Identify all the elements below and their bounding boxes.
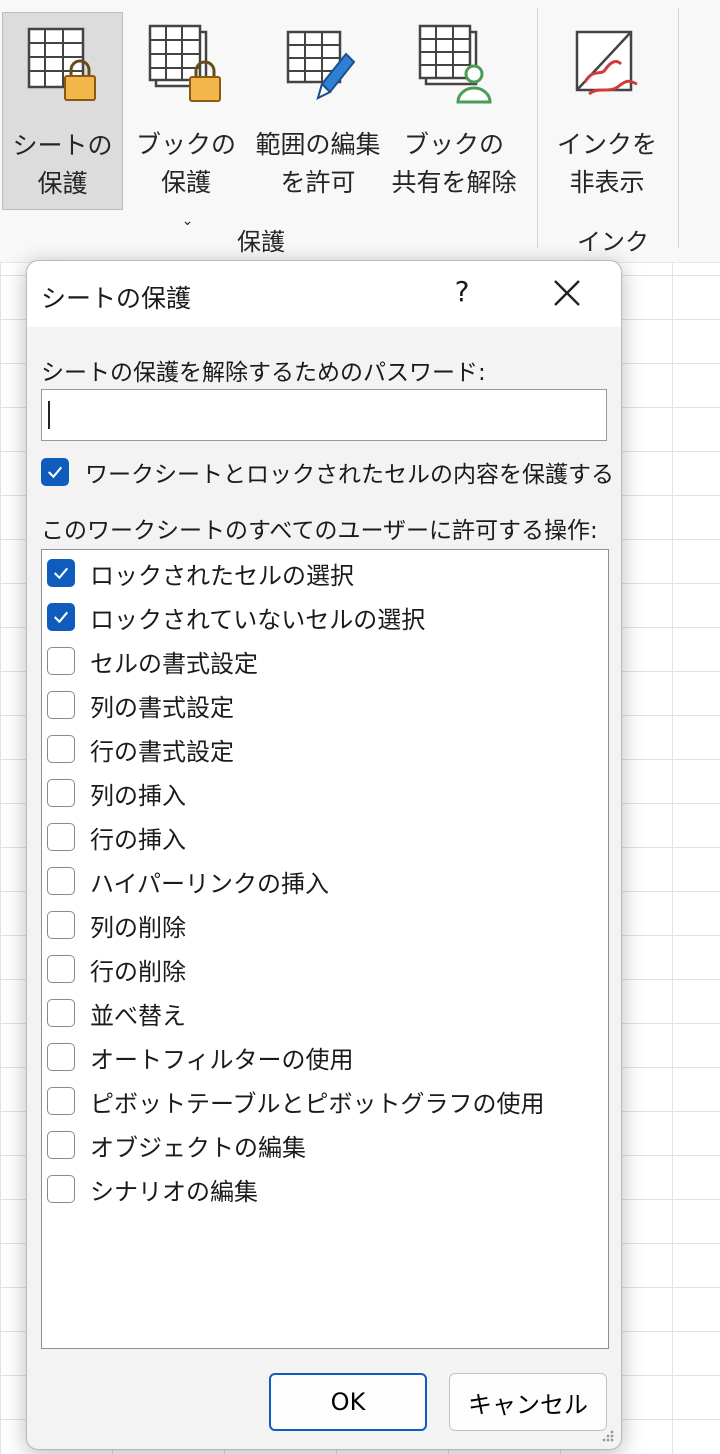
allow-edit-ranges-button[interactable]: 範囲の編集 を許可: [250, 12, 386, 210]
list-item[interactable]: ロックされていないセルの選択: [47, 599, 425, 635]
group-label-protect: 保護: [237, 228, 285, 256]
list-item[interactable]: 列の挿入: [47, 775, 186, 811]
close-button[interactable]: [549, 275, 585, 311]
password-label: シートの保護を解除するためのパスワード:: [41, 360, 486, 386]
option-label: 行の挿入: [90, 825, 186, 854]
option-checkbox[interactable]: [47, 823, 75, 851]
protect-workbook-label-1: ブックの: [135, 130, 236, 159]
list-item[interactable]: オブジェクトの編集: [47, 1127, 306, 1163]
protect-workbook-label-2: 保護: [160, 168, 211, 197]
option-checkbox[interactable]: [47, 779, 75, 807]
password-input[interactable]: [41, 389, 607, 441]
list-item[interactable]: ピボットテーブルとピボットグラフの使用: [47, 1083, 545, 1119]
list-item[interactable]: シナリオの編集: [47, 1171, 258, 1207]
protect-sheet-label-2: 保護: [37, 169, 88, 198]
protect-workbook-button[interactable]: ブックの 保護 ⌄: [130, 12, 242, 229]
text-cursor: [48, 401, 50, 429]
unshare-workbook-icon: [414, 24, 494, 106]
list-item[interactable]: 列の削除: [47, 907, 186, 943]
option-checkbox[interactable]: [47, 1043, 75, 1071]
option-label: ハイパーリンクの挿入: [90, 869, 330, 898]
option-label: ロックされたセルの選択: [90, 561, 354, 590]
ribbon-separator: [537, 8, 538, 248]
dialog-titlebar: シートの保護 ?: [27, 261, 621, 327]
ribbon-review-tab: シートの 保護 ブックの 保護 ⌄ 範囲の編集 を許可 ブックの 共有を解除 イ…: [0, 0, 720, 263]
protect-workbook-icon: [146, 24, 226, 106]
list-item[interactable]: ハイパーリンクの挿入: [47, 863, 329, 899]
option-checkbox[interactable]: [47, 559, 75, 587]
hide-ink-label-2: 非表示: [569, 168, 645, 197]
allowed-actions-list[interactable]: ロックされたセルの選択 ロックされていないセルの選択 セルの書式設定 列の書式設…: [41, 549, 609, 1349]
allow-actions-label: このワークシートのすべてのユーザーに許可する操作:: [41, 518, 598, 544]
allow-edit-ranges-label-1: 範囲の編集: [255, 130, 381, 159]
protect-sheet-dialog: シートの保護 ? シートの保護を解除するためのパスワード: ワークシートとロック…: [26, 260, 622, 1450]
protect-contents-checkbox[interactable]: [41, 458, 69, 486]
protect-contents-label: ワークシートとロックされたセルの内容を保護する: [85, 462, 614, 488]
list-item[interactable]: オートフィルターの使用: [47, 1039, 354, 1075]
option-label: オートフィルターの使用: [90, 1045, 354, 1074]
option-checkbox[interactable]: [47, 1131, 75, 1159]
option-checkbox[interactable]: [47, 911, 75, 939]
list-item[interactable]: 行の書式設定: [47, 731, 234, 767]
allow-edit-ranges-label-2: を許可: [280, 168, 356, 197]
ok-button[interactable]: OK: [269, 1373, 427, 1431]
checkmark-icon: [53, 567, 69, 580]
help-button[interactable]: ?: [447, 275, 477, 308]
option-checkbox[interactable]: [47, 999, 75, 1027]
option-checkbox[interactable]: [47, 647, 75, 675]
option-checkbox[interactable]: [47, 603, 75, 631]
option-checkbox[interactable]: [47, 1087, 75, 1115]
unshare-workbook-label-2: 共有を解除: [391, 168, 517, 197]
list-item[interactable]: 列の書式設定: [47, 687, 234, 723]
checkmark-icon: [53, 611, 69, 624]
ribbon-separator-end: [678, 8, 679, 248]
option-label: ピボットテーブルとピボットグラフの使用: [90, 1089, 545, 1118]
cancel-button[interactable]: キャンセル: [449, 1373, 607, 1431]
option-label: シナリオの編集: [90, 1177, 258, 1206]
allow-edit-ranges-icon: [278, 24, 358, 106]
unshare-workbook-button[interactable]: ブックの 共有を解除: [388, 12, 520, 210]
list-item[interactable]: 行の挿入: [47, 819, 186, 855]
option-checkbox[interactable]: [47, 955, 75, 983]
option-label: オブジェクトの編集: [90, 1133, 306, 1162]
option-label: 列の挿入: [90, 781, 186, 810]
option-checkbox[interactable]: [47, 735, 75, 763]
option-label: セルの書式設定: [90, 649, 258, 678]
resize-grip-icon[interactable]: [599, 1427, 615, 1443]
option-checkbox[interactable]: [47, 867, 75, 895]
option-checkbox[interactable]: [47, 691, 75, 719]
protect-sheet-label-1: シートの: [12, 131, 113, 160]
protect-sheet-icon: [23, 25, 103, 107]
unshare-workbook-label-1: ブックの: [403, 130, 504, 159]
option-label: ロックされていないセルの選択: [90, 605, 426, 634]
chevron-down-icon: ⌄: [181, 213, 194, 229]
hide-ink-button[interactable]: インクを 非表示: [548, 12, 666, 210]
list-item[interactable]: 行の削除: [47, 951, 186, 987]
protect-sheet-button[interactable]: シートの 保護: [2, 12, 123, 210]
checkmark-icon: [47, 466, 63, 479]
option-label: 列の書式設定: [90, 693, 234, 722]
option-checkbox[interactable]: [47, 1175, 75, 1203]
option-label: 並べ替え: [90, 1001, 186, 1030]
close-icon: [554, 280, 580, 306]
dialog-title: シートの保護: [41, 284, 192, 313]
list-item[interactable]: ロックされたセルの選択: [47, 555, 354, 591]
hide-ink-label-1: インクを: [556, 130, 657, 159]
option-label: 行の削除: [90, 957, 186, 986]
option-label: 行の書式設定: [90, 737, 234, 766]
group-label-ink: インク: [577, 228, 649, 256]
list-item[interactable]: セルの書式設定: [47, 643, 258, 679]
protect-contents-checkbox-row[interactable]: ワークシートとロックされたセルの内容を保護する: [41, 455, 614, 489]
option-label: 列の削除: [90, 913, 186, 942]
hide-ink-icon: [567, 24, 647, 106]
list-item[interactable]: 並べ替え: [47, 995, 186, 1031]
